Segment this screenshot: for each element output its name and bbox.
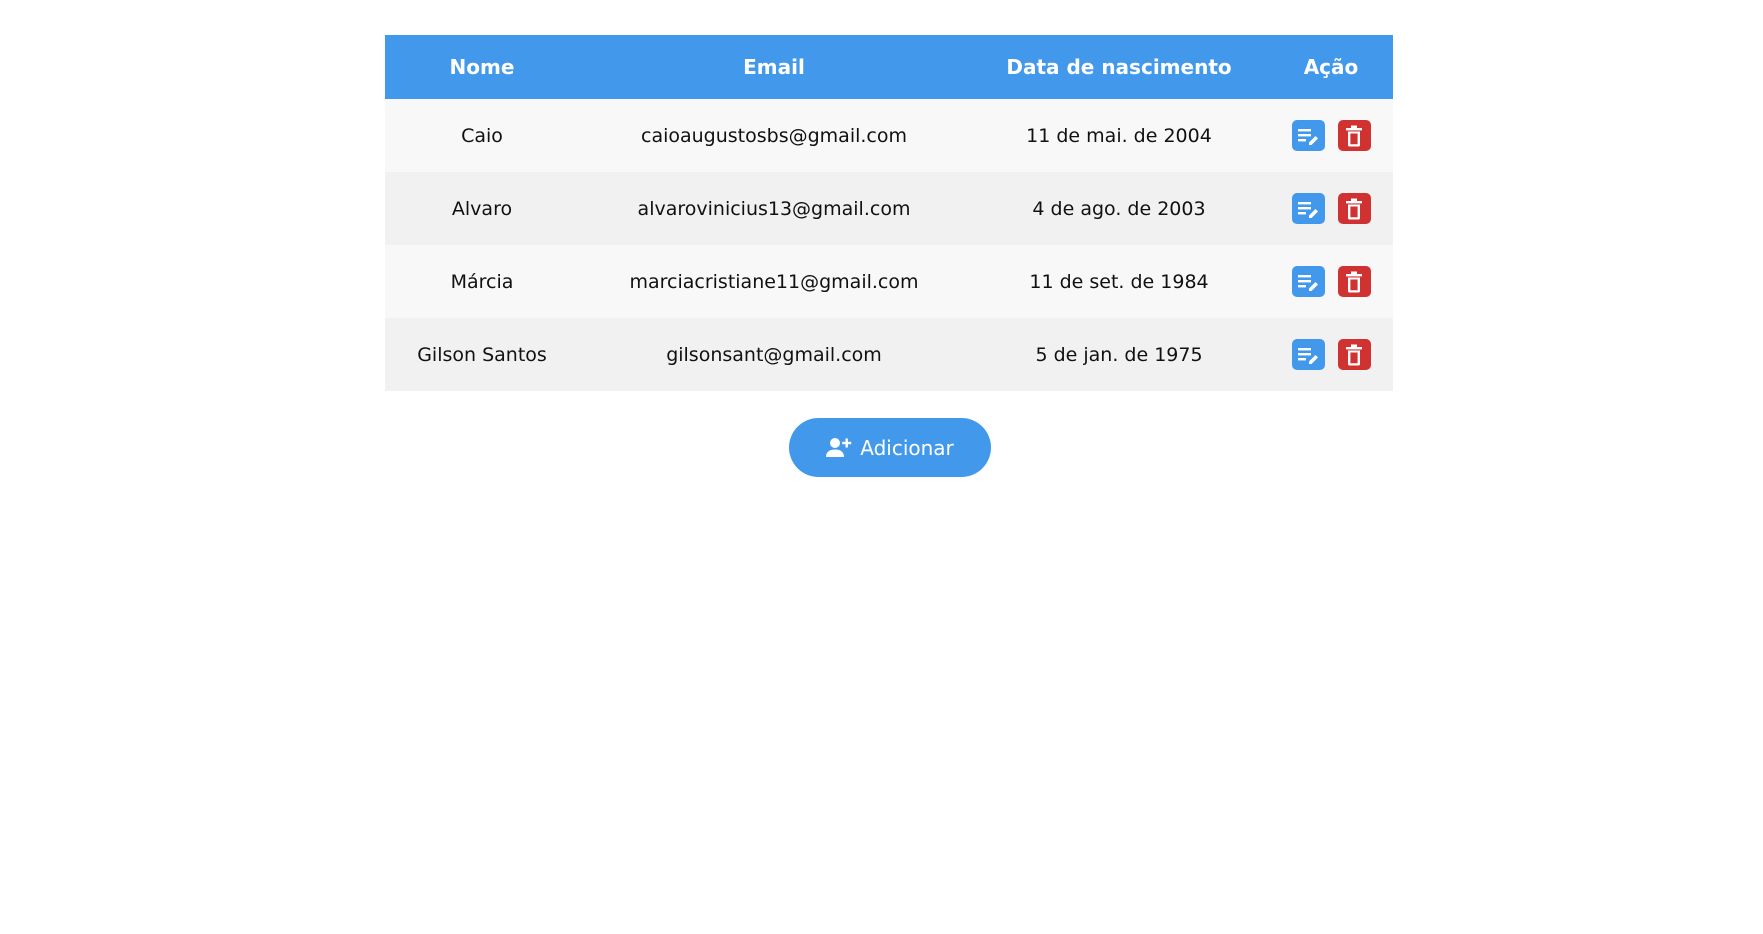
page: Nome Email Data de nascimento Ação Caio …	[0, 0, 1763, 934]
trash-icon	[1346, 125, 1362, 146]
edit-button[interactable]	[1291, 266, 1325, 297]
cell-nome: Alvaro	[451, 197, 513, 220]
cell-acao	[1269, 318, 1393, 391]
user-plus-icon	[826, 437, 852, 457]
row-actions	[1269, 266, 1393, 297]
delete-button[interactable]	[1337, 266, 1371, 297]
users-table: Nome Email Data de nascimento Ação Caio …	[385, 35, 1393, 391]
cell-data-nascimento: 4 de ago. de 2003	[1032, 197, 1206, 220]
cell-nome: Gilson Santos	[417, 343, 547, 366]
table-header-row: Nome Email Data de nascimento Ação	[385, 35, 1393, 99]
edit-button[interactable]	[1291, 339, 1325, 370]
edit-button[interactable]	[1291, 193, 1325, 224]
edit-note-icon	[1298, 347, 1318, 364]
trash-icon	[1346, 271, 1362, 292]
cell-data-nascimento: 11 de set. de 1984	[1029, 270, 1209, 293]
row-actions	[1269, 193, 1393, 224]
header-data-nascimento: Data de nascimento	[1006, 55, 1232, 79]
cell-data-nascimento: 5 de jan. de 1975	[1035, 343, 1203, 366]
cell-email: caioaugustosbs@gmail.com	[641, 124, 907, 147]
cell-nome: Márcia	[450, 270, 514, 293]
trash-icon	[1346, 344, 1362, 365]
header-nome: Nome	[449, 55, 515, 79]
edit-note-icon	[1298, 128, 1318, 145]
delete-button[interactable]	[1337, 193, 1371, 224]
table-row: Márcia marciacristiane11@gmail.com 11 de…	[385, 245, 1393, 318]
cell-nome: Caio	[461, 124, 503, 147]
add-button-label: Adicionar	[860, 435, 954, 460]
delete-button[interactable]	[1337, 339, 1371, 370]
trash-icon	[1346, 198, 1362, 219]
table-row: Gilson Santos gilsonsant@gmail.com 5 de …	[385, 318, 1393, 391]
table-row: Alvaro alvarovinicius13@gmail.com 4 de a…	[385, 172, 1393, 245]
header-acao: Ação	[1303, 55, 1359, 79]
row-actions	[1269, 339, 1393, 370]
header-email: Email	[743, 55, 805, 79]
add-user-button[interactable]: Adicionar	[789, 418, 991, 477]
table-row: Caio caioaugustosbs@gmail.com 11 de mai.…	[385, 99, 1393, 172]
cell-email: marciacristiane11@gmail.com	[629, 270, 919, 293]
edit-note-icon	[1298, 201, 1318, 218]
edit-note-icon	[1298, 274, 1318, 291]
cell-data-nascimento: 11 de mai. de 2004	[1026, 124, 1212, 147]
cell-email: alvarovinicius13@gmail.com	[637, 197, 911, 220]
cell-email: gilsonsant@gmail.com	[666, 343, 882, 366]
cell-acao	[1269, 245, 1393, 318]
cell-acao	[1269, 172, 1393, 245]
delete-button[interactable]	[1337, 120, 1371, 151]
row-actions	[1269, 120, 1393, 151]
cell-acao	[1269, 99, 1393, 172]
edit-button[interactable]	[1291, 120, 1325, 151]
